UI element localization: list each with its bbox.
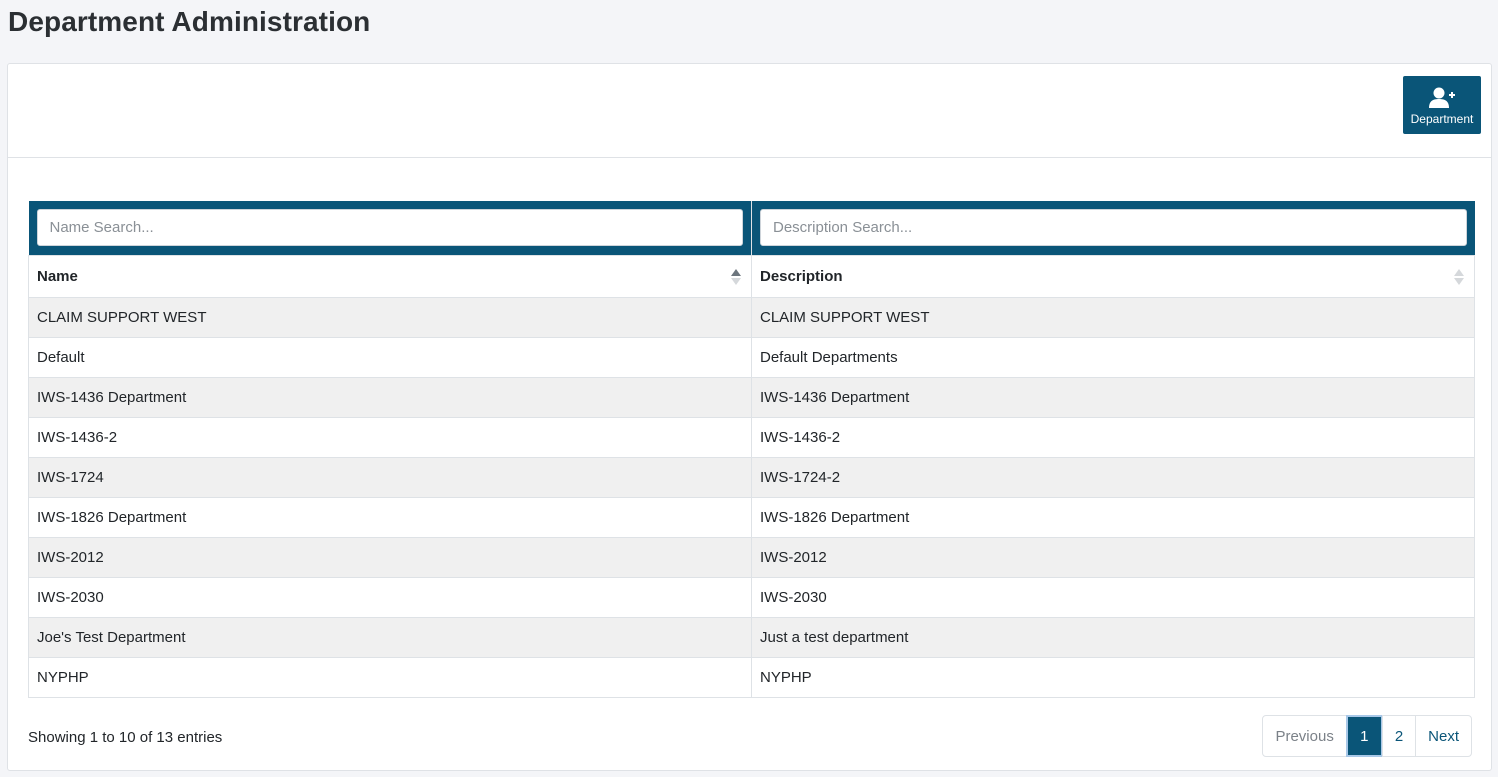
- department-card: Department Name Search... Description Se…: [7, 63, 1492, 771]
- description-search-input[interactable]: [760, 209, 1467, 247]
- table-row[interactable]: IWS-1436-2 IWS-1436-2: [28, 416, 1475, 458]
- table-row[interactable]: IWS-2030 IWS-2030: [28, 576, 1475, 618]
- description-cell: IWS-2012: [751, 536, 1475, 578]
- header-row: Name Description: [28, 254, 1475, 298]
- name-cell: Default: [28, 336, 752, 378]
- pagination: Previous 1 2 Next: [1262, 715, 1472, 757]
- description-cell: Just a test department: [751, 616, 1475, 658]
- description-cell: CLAIM SUPPORT WEST: [751, 296, 1475, 338]
- description-cell: Default Departments: [751, 336, 1475, 378]
- description-search-cell: [751, 201, 1475, 255]
- description-cell: IWS-2030: [751, 576, 1475, 618]
- department-table: Name Description: [28, 201, 1475, 698]
- table-row[interactable]: Joe's Test Department Just a test depart…: [28, 616, 1475, 658]
- table-row[interactable]: Default Default Departments: [28, 336, 1475, 378]
- table-row[interactable]: CLAIM SUPPORT WEST CLAIM SUPPORT WEST: [28, 296, 1475, 338]
- name-cell: Joe's Test Department: [28, 616, 752, 658]
- sort-ascending-icon: [731, 268, 741, 285]
- entries-info: Showing 1 to 10 of 13 entries: [28, 729, 223, 746]
- name-search-input[interactable]: [36, 209, 743, 247]
- name-cell: IWS-1724: [28, 456, 752, 498]
- sort-unsorted-icon: [1454, 268, 1464, 285]
- description-cell: IWS-1436 Department: [751, 376, 1475, 418]
- name-search-cell: [28, 201, 752, 255]
- table-row[interactable]: IWS-1436 Department IWS-1436 Department: [28, 376, 1475, 418]
- page-button-1[interactable]: 1: [1345, 715, 1383, 757]
- add-department-label: Department: [1410, 112, 1474, 126]
- name-cell: IWS-2012: [28, 536, 752, 578]
- table-body: CLAIM SUPPORT WEST CLAIM SUPPORT WEST De…: [28, 296, 1475, 698]
- name-cell: CLAIM SUPPORT WEST: [28, 296, 752, 338]
- next-page-button[interactable]: Next: [1415, 715, 1472, 757]
- name-cell: IWS-1436-2: [28, 416, 752, 458]
- search-row: [28, 201, 1475, 255]
- column-header-name-label: Name: [37, 267, 78, 285]
- name-cell: IWS-1826 Department: [28, 496, 752, 538]
- table-row[interactable]: IWS-2012 IWS-2012: [28, 536, 1475, 578]
- description-cell: IWS-1436-2: [751, 416, 1475, 458]
- description-cell: IWS-1826 Department: [751, 496, 1475, 538]
- name-cell: IWS-1436 Department: [28, 376, 752, 418]
- column-header-description[interactable]: Description: [751, 254, 1475, 298]
- name-cell: IWS-2030: [28, 576, 752, 618]
- card-header: Department: [8, 64, 1491, 158]
- description-cell: NYPHP: [751, 656, 1475, 698]
- add-department-button[interactable]: Department: [1403, 76, 1481, 134]
- column-header-name[interactable]: Name: [28, 254, 752, 298]
- previous-page-button[interactable]: Previous: [1262, 715, 1347, 757]
- department-table-wrapper: Name Description: [28, 201, 1475, 698]
- table-row[interactable]: NYPHP NYPHP: [28, 656, 1475, 698]
- name-cell: NYPHP: [28, 656, 752, 698]
- user-plus-icon: [1429, 87, 1455, 108]
- description-cell: IWS-1724-2: [751, 456, 1475, 498]
- table-row[interactable]: IWS-1724 IWS-1724-2: [28, 456, 1475, 498]
- column-header-description-label: Description: [760, 267, 843, 285]
- page-button-2[interactable]: 2: [1381, 715, 1417, 757]
- table-row[interactable]: IWS-1826 Department IWS-1826 Department: [28, 496, 1475, 538]
- page-title: Department Administration: [8, 6, 371, 37]
